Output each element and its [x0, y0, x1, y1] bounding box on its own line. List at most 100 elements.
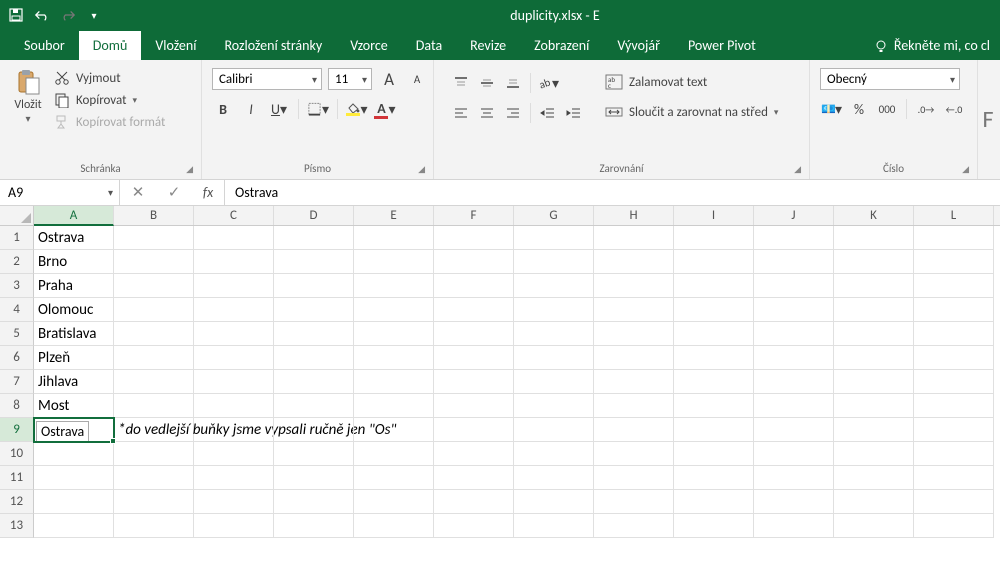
cell-F1[interactable] — [434, 226, 514, 250]
cell-H11[interactable] — [594, 466, 674, 490]
column-header-K[interactable]: K — [834, 206, 914, 225]
cell-B12[interactable] — [114, 490, 194, 514]
cell-C4[interactable] — [194, 298, 274, 322]
italic-button[interactable]: I — [240, 98, 262, 120]
cell-C3[interactable] — [194, 274, 274, 298]
cell-D7[interactable] — [274, 370, 354, 394]
cell-K1[interactable] — [834, 226, 914, 250]
fill-handle[interactable] — [110, 438, 116, 444]
cell-J7[interactable] — [754, 370, 834, 394]
cell-K10[interactable] — [834, 442, 914, 466]
cell-L5[interactable] — [914, 322, 994, 346]
increase-indent-icon[interactable] — [563, 102, 585, 124]
dialog-launcher-icon[interactable]: ◢ — [186, 164, 193, 175]
cell-I10[interactable] — [674, 442, 754, 466]
cell-H8[interactable] — [594, 394, 674, 418]
decrease-font-icon[interactable]: A — [406, 68, 428, 90]
cell-I13[interactable] — [674, 514, 754, 538]
row-header-13[interactable]: 13 — [0, 514, 34, 538]
cell-E9[interactable] — [354, 418, 434, 442]
cell-B7[interactable] — [114, 370, 194, 394]
cell-H1[interactable] — [594, 226, 674, 250]
cell-I2[interactable] — [674, 250, 754, 274]
cell-G12[interactable] — [514, 490, 594, 514]
cell-H13[interactable] — [594, 514, 674, 538]
enter-formula-icon[interactable]: ✓ — [156, 183, 192, 202]
cell-G7[interactable] — [514, 370, 594, 394]
cell-B5[interactable] — [114, 322, 194, 346]
cell-C6[interactable] — [194, 346, 274, 370]
cell-I7[interactable] — [674, 370, 754, 394]
bold-button[interactable]: B — [212, 98, 234, 120]
row-header-3[interactable]: 3 — [0, 274, 34, 298]
paste-button[interactable]: Vložit ▾ — [6, 64, 50, 125]
cell-A10[interactable] — [34, 442, 114, 466]
cell-D9[interactable] — [274, 418, 354, 442]
cell-L3[interactable] — [914, 274, 994, 298]
row-header-11[interactable]: 11 — [0, 466, 34, 490]
comma-style-icon[interactable]: 000 — [876, 98, 898, 120]
cell-I6[interactable] — [674, 346, 754, 370]
cell-L1[interactable] — [914, 226, 994, 250]
tab-view[interactable]: Zobrazení — [520, 31, 603, 60]
row-header-10[interactable]: 10 — [0, 442, 34, 466]
column-header-C[interactable]: C — [194, 206, 274, 225]
number-format-combo[interactable]: Obecný — [820, 68, 960, 90]
row-header-5[interactable]: 5 — [0, 322, 34, 346]
copy-button[interactable]: Kopírovat ▾ — [54, 92, 165, 108]
cell-E8[interactable] — [354, 394, 434, 418]
tab-data[interactable]: Data — [402, 31, 456, 60]
cell-I5[interactable] — [674, 322, 754, 346]
cell-A5[interactable]: Bratislava — [34, 322, 114, 346]
cell-B3[interactable] — [114, 274, 194, 298]
cell-L12[interactable] — [914, 490, 994, 514]
cell-F3[interactable] — [434, 274, 514, 298]
cell-A6[interactable]: Plzeň — [34, 346, 114, 370]
fill-color-button[interactable]: ▾ — [346, 98, 368, 120]
cell-G2[interactable] — [514, 250, 594, 274]
cells-area[interactable]: OstravaBrnoPrahaOlomoucBratislavaPlzeňJi… — [34, 226, 1000, 538]
row-header-7[interactable]: 7 — [0, 370, 34, 394]
cell-H6[interactable] — [594, 346, 674, 370]
cell-G5[interactable] — [514, 322, 594, 346]
cell-C13[interactable] — [194, 514, 274, 538]
cell-K9[interactable] — [834, 418, 914, 442]
cell-I12[interactable] — [674, 490, 754, 514]
cell-D8[interactable] — [274, 394, 354, 418]
cell-B2[interactable] — [114, 250, 194, 274]
cell-L7[interactable] — [914, 370, 994, 394]
cell-J9[interactable] — [754, 418, 834, 442]
align-bottom-icon[interactable] — [502, 72, 524, 94]
cell-J5[interactable] — [754, 322, 834, 346]
cell-G4[interactable] — [514, 298, 594, 322]
cell-J2[interactable] — [754, 250, 834, 274]
cell-E11[interactable] — [354, 466, 434, 490]
wrap-text-button[interactable]: abc Zalamovat text — [605, 74, 778, 90]
tab-review[interactable]: Revize — [456, 31, 520, 60]
cell-K11[interactable] — [834, 466, 914, 490]
font-color-button[interactable]: A▾ — [374, 98, 396, 120]
cell-K7[interactable] — [834, 370, 914, 394]
cell-D6[interactable] — [274, 346, 354, 370]
dialog-launcher-icon[interactable]: ◢ — [418, 164, 425, 175]
cell-C7[interactable] — [194, 370, 274, 394]
font-name-combo[interactable]: Calibri — [212, 68, 322, 90]
cell-D12[interactable] — [274, 490, 354, 514]
cell-B13[interactable] — [114, 514, 194, 538]
row-header-8[interactable]: 8 — [0, 394, 34, 418]
decrease-decimal-icon[interactable]: ←.0 — [943, 98, 965, 120]
cell-F10[interactable] — [434, 442, 514, 466]
cell-L13[interactable] — [914, 514, 994, 538]
cell-J13[interactable] — [754, 514, 834, 538]
cell-J8[interactable] — [754, 394, 834, 418]
tab-powerpivot[interactable]: Power Pivot — [674, 31, 770, 60]
redo-icon[interactable] — [60, 7, 76, 23]
cell-K13[interactable] — [834, 514, 914, 538]
cell-A3[interactable]: Praha — [34, 274, 114, 298]
align-left-icon[interactable] — [450, 102, 472, 124]
row-header-12[interactable]: 12 — [0, 490, 34, 514]
cell-H3[interactable] — [594, 274, 674, 298]
cell-L4[interactable] — [914, 298, 994, 322]
cell-F9[interactable] — [434, 418, 514, 442]
tab-layout[interactable]: Rozložení stránky — [210, 31, 336, 60]
